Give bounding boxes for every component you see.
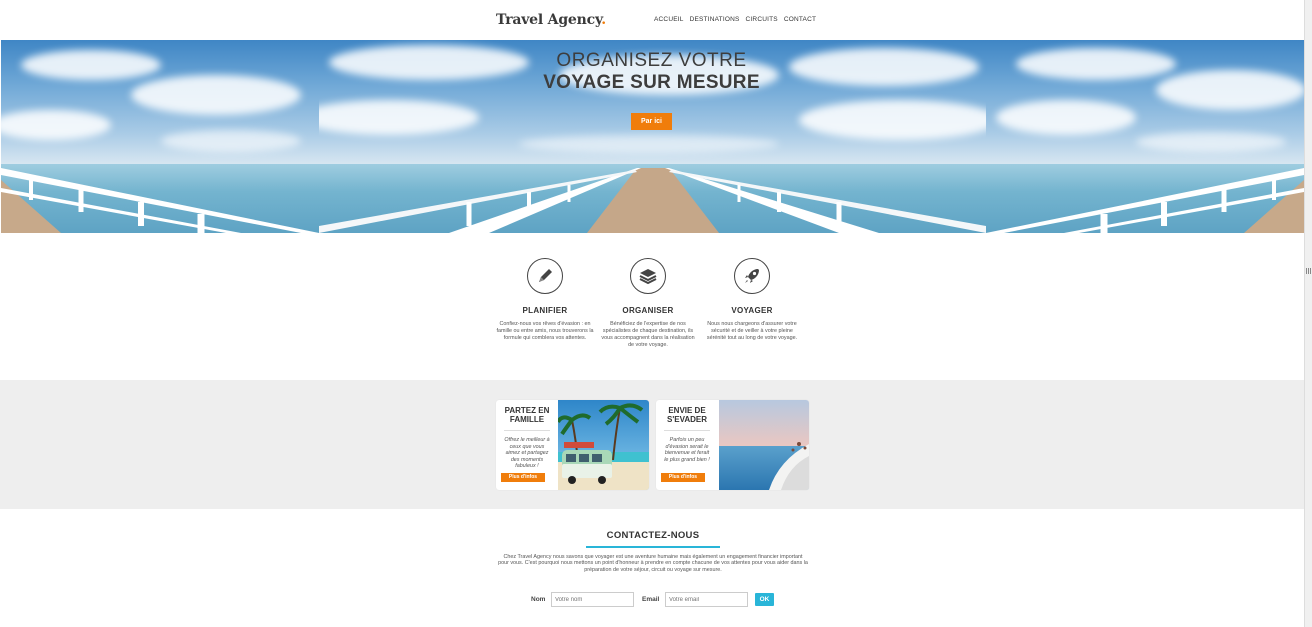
page-scrollbar[interactable] bbox=[1304, 0, 1312, 627]
contact-title-underline bbox=[586, 546, 720, 548]
submit-button[interactable]: OK bbox=[755, 593, 774, 606]
card-image-van bbox=[558, 400, 649, 490]
logo-dot: . bbox=[601, 12, 606, 28]
card-title: ENVIE DE S'EVADER bbox=[667, 406, 707, 424]
offers-section: PARTEZ EN FAMILLE Offrez le meilleur à c… bbox=[0, 380, 1304, 509]
feature-planifier: PLANIFIER Confiez-nous vos rêves d'évasi… bbox=[495, 258, 595, 342]
name-label: Nom bbox=[531, 596, 546, 603]
feature-text: Bénéficiez de l'expertise de nos spécial… bbox=[601, 321, 695, 348]
hero-title-line2: VOYAGE SUR MESURE bbox=[543, 72, 760, 93]
feature-text: Confiez-nous vos rêves d'évasion : en fa… bbox=[496, 321, 594, 341]
scrollbar-grip[interactable] bbox=[1305, 268, 1311, 278]
card-divider bbox=[664, 430, 710, 431]
nav-contact[interactable]: CONTACT bbox=[784, 16, 816, 23]
feature-title: PLANIFIER bbox=[522, 306, 568, 315]
contact-section: CONTACTEZ-NOUS Chez Travel Agency nous s… bbox=[0, 509, 1304, 627]
name-input[interactable] bbox=[551, 592, 634, 607]
site-logo[interactable]: Travel Agency. bbox=[496, 12, 606, 28]
feature-organiser: ORGANISER Bénéficiez de l'expertise de n… bbox=[598, 258, 698, 349]
nav-circuits[interactable]: CIRCUITS bbox=[746, 16, 778, 23]
contact-description: Chez Travel Agency nous savons que voyag… bbox=[498, 554, 808, 573]
contact-form: Nom Email OK bbox=[0, 592, 1304, 608]
feature-title: ORGANISER bbox=[622, 306, 674, 315]
layers-icon bbox=[630, 258, 666, 294]
nav-accueil[interactable]: ACCUEIL bbox=[654, 16, 684, 23]
card-divider bbox=[504, 430, 550, 431]
email-input[interactable] bbox=[665, 592, 748, 607]
feature-text: Nous nous chargeons d'assurer votre sécu… bbox=[706, 321, 798, 341]
card-image-sea bbox=[719, 400, 809, 490]
site-header: Travel Agency. ACCUEIL DESTINATIONS CIRC… bbox=[0, 0, 1304, 40]
features-section: PLANIFIER Confiez-nous vos rêves d'évasi… bbox=[0, 233, 1304, 380]
logo-text: Travel Agency bbox=[496, 12, 602, 28]
main-nav: ACCUEIL DESTINATIONS CIRCUITS CONTACT bbox=[654, 16, 816, 23]
offer-card-famille: PARTEZ EN FAMILLE Offrez le meilleur à c… bbox=[496, 400, 649, 490]
card-more-button[interactable]: Plus d'infos bbox=[501, 473, 545, 482]
contact-title: CONTACTEZ-NOUS bbox=[606, 530, 700, 541]
card-text: Parfois un peu d'évasion serait le bienv… bbox=[664, 437, 710, 463]
email-label: Email bbox=[642, 596, 660, 603]
rocket-icon bbox=[734, 258, 770, 294]
nav-destinations[interactable]: DESTINATIONS bbox=[690, 16, 740, 23]
hero-image-right bbox=[986, 40, 1304, 233]
feature-title: VOYAGER bbox=[731, 306, 773, 315]
offer-card-evader: ENVIE DE S'EVADER Parfois un peu d'évasi… bbox=[656, 400, 809, 490]
hero-title-line1: ORGANISEZ VOTRE bbox=[556, 50, 747, 71]
card-text: Offrez le meilleur à ceux que vous aimez… bbox=[504, 437, 550, 469]
pencil-icon bbox=[527, 258, 563, 294]
card-title: PARTEZ EN FAMILLE bbox=[504, 406, 550, 424]
card-more-button[interactable]: Plus d'infos bbox=[661, 473, 705, 482]
hero-image-left bbox=[1, 40, 319, 233]
hero-cta-button[interactable]: Par ici bbox=[631, 113, 672, 130]
feature-voyager: VOYAGER Nous nous chargeons d'assurer vo… bbox=[702, 258, 802, 342]
